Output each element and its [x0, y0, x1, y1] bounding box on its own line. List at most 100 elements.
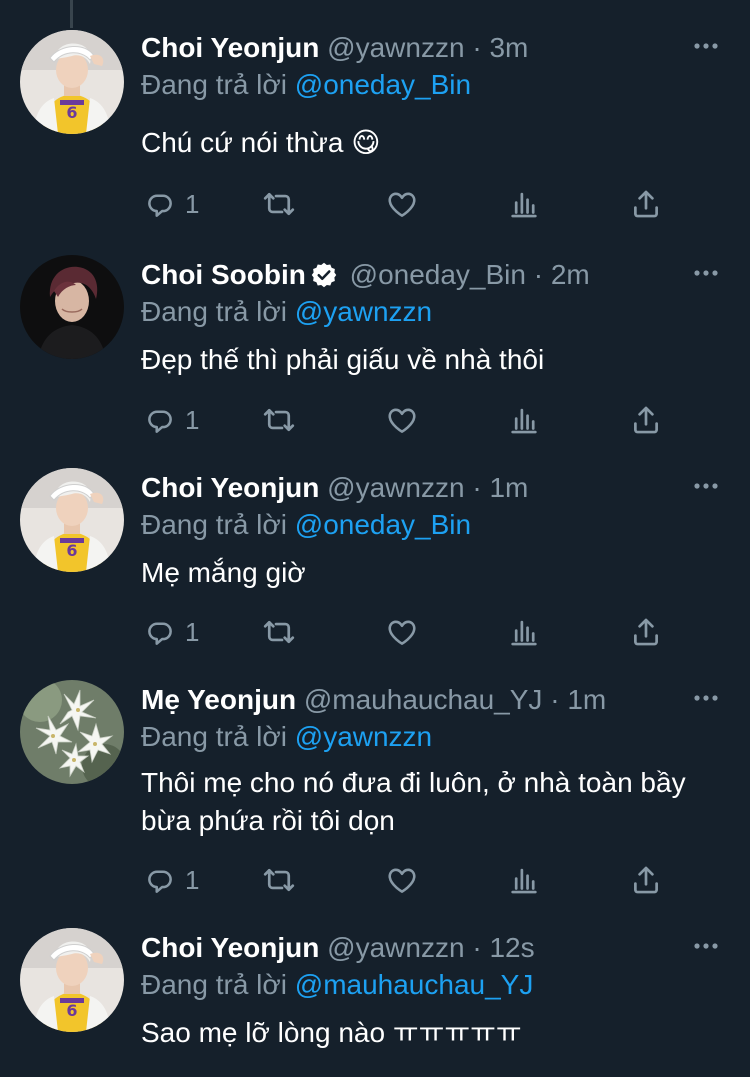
tweet-text: Mẹ mắng giờ: [141, 557, 306, 588]
more-icon[interactable]: [692, 936, 720, 956]
retweet-button[interactable]: [261, 186, 297, 222]
heart-icon: [385, 403, 419, 437]
share-icon: [629, 863, 663, 897]
tweet[interactable]: Choi Yeonjun @yawnzzn · 1m Đang trả lời …: [0, 468, 750, 668]
tweet-text: Chú cứ nói thừa 😋: [141, 127, 381, 158]
tweet-text: Thôi mẹ cho nó đưa đi luôn, ở nhà toàn b…: [141, 767, 686, 836]
timestamp[interactable]: 1m: [567, 684, 606, 715]
share-button[interactable]: [629, 862, 663, 898]
mention-link[interactable]: @oneday_Bin: [295, 509, 471, 540]
tweet-header: Choi Soobin @oneday_Bin · 2m: [141, 255, 670, 295]
replying-to-line: Đang trả lời @yawnzzn: [141, 293, 432, 331]
tweet[interactable]: Mẹ Yeonjun @mauhauchau_YJ · 1m Đang trả …: [0, 680, 750, 910]
separator-dot: ·: [472, 932, 482, 963]
avatar-yeonjun-image: [20, 30, 124, 134]
separator-dot: ·: [472, 472, 482, 503]
user-handle[interactable]: @yawnzzn: [327, 32, 464, 63]
avatar-yeonjun-image: [20, 928, 124, 1032]
heart-icon: [385, 615, 419, 649]
display-name[interactable]: Choi Soobin: [141, 259, 306, 290]
share-button[interactable]: [629, 402, 663, 438]
replying-to-line: Đang trả lời @oneday_Bin: [141, 66, 471, 104]
more-icon[interactable]: [692, 688, 720, 708]
tweet[interactable]: Choi Soobin @oneday_Bin · 2m Đang trả lờ…: [0, 255, 750, 455]
display-name[interactable]: Choi Yeonjun: [141, 932, 319, 963]
separator-dot: ·: [472, 32, 482, 63]
reply-button[interactable]: 1: [143, 402, 199, 438]
tweet[interactable]: Choi Yeonjun @yawnzzn · 12s Đang trả lời…: [0, 928, 750, 1077]
retweet-button[interactable]: [261, 402, 297, 438]
more-icon[interactable]: [692, 263, 720, 283]
heart-icon: [385, 863, 419, 897]
user-handle[interactable]: @oneday_Bin: [350, 259, 526, 290]
tweet-header: Choi Yeonjun @yawnzzn · 12s: [141, 928, 670, 968]
reply-icon: [143, 615, 177, 649]
retweet-button[interactable]: [261, 614, 297, 650]
share-button[interactable]: [629, 186, 663, 222]
timestamp[interactable]: 12s: [489, 932, 534, 963]
heart-icon: [385, 187, 419, 221]
tweet-actions: 1: [141, 614, 661, 650]
timestamp[interactable]: 2m: [551, 259, 590, 290]
reply-count: 1: [185, 864, 200, 895]
avatar[interactable]: [20, 255, 124, 359]
retweet-icon: [261, 614, 297, 650]
retweet-icon: [261, 186, 297, 222]
mention-link[interactable]: @oneday_Bin: [295, 69, 471, 100]
analytics-button[interactable]: [507, 862, 541, 898]
display-name[interactable]: Mẹ Yeonjun: [141, 684, 296, 715]
mention-link[interactable]: @yawnzzn: [295, 296, 432, 327]
analytics-button[interactable]: [507, 186, 541, 222]
more-icon[interactable]: [692, 36, 720, 56]
retweet-button[interactable]: [261, 862, 297, 898]
user-handle[interactable]: @yawnzzn: [327, 932, 464, 963]
display-name[interactable]: Choi Yeonjun: [141, 32, 319, 63]
avatar[interactable]: [20, 928, 124, 1032]
tweet-header: Mẹ Yeonjun @mauhauchau_YJ · 1m: [141, 680, 670, 720]
reply-button[interactable]: 1: [143, 614, 199, 650]
replying-to-label: Đang trả lời: [141, 721, 287, 752]
tweet-actions: 1: [141, 186, 661, 222]
like-button[interactable]: [385, 186, 419, 222]
reply-icon: [143, 863, 177, 897]
reply-button[interactable]: 1: [143, 862, 199, 898]
replying-to-line: Đang trả lời @yawnzzn: [141, 718, 432, 756]
user-handle[interactable]: @yawnzzn: [327, 472, 464, 503]
avatar-soobin-image: [20, 255, 124, 359]
tweet[interactable]: Choi Yeonjun @yawnzzn · 3m Đang trả lời …: [0, 28, 750, 228]
mention-link[interactable]: @yawnzzn: [295, 721, 432, 752]
display-name[interactable]: Choi Yeonjun: [141, 472, 319, 503]
separator-dot: ·: [550, 684, 560, 715]
like-button[interactable]: [385, 862, 419, 898]
timestamp[interactable]: 3m: [489, 32, 528, 63]
more-icon[interactable]: [692, 476, 720, 496]
avatar[interactable]: [20, 30, 124, 134]
reply-count: 1: [185, 616, 200, 647]
like-button[interactable]: [385, 614, 419, 650]
avatar[interactable]: [20, 468, 124, 572]
analytics-icon: [507, 615, 541, 649]
tweet-text: Sao mẹ lỡ lòng nào ㅠㅠㅠㅠㅠ: [141, 1017, 522, 1048]
share-icon: [629, 615, 663, 649]
user-handle[interactable]: @mauhauchau_YJ: [304, 684, 543, 715]
verified-badge-icon: [311, 262, 337, 288]
reply-count: 1: [185, 404, 200, 435]
analytics-icon: [507, 403, 541, 437]
analytics-button[interactable]: [507, 402, 541, 438]
reply-button[interactable]: 1: [143, 186, 199, 222]
share-button[interactable]: [629, 614, 663, 650]
avatar[interactable]: [20, 680, 124, 784]
tweet-text: Đẹp thế thì phải giấu về nhà thôi: [141, 344, 545, 375]
mention-link[interactable]: @mauhauchau_YJ: [295, 969, 534, 1000]
avatar-lilies-image: [20, 680, 124, 784]
replying-to-line: Đang trả lời @oneday_Bin: [141, 506, 471, 544]
analytics-button[interactable]: [507, 614, 541, 650]
timestamp[interactable]: 1m: [489, 472, 528, 503]
analytics-icon: [507, 187, 541, 221]
replying-to-label: Đang trả lời: [141, 296, 287, 327]
thread-connector-line: [70, 0, 73, 28]
reply-count: 1: [185, 188, 200, 219]
tweet-actions: 1: [141, 862, 661, 898]
like-button[interactable]: [385, 402, 419, 438]
tweet-header: Choi Yeonjun @yawnzzn · 1m: [141, 468, 670, 508]
